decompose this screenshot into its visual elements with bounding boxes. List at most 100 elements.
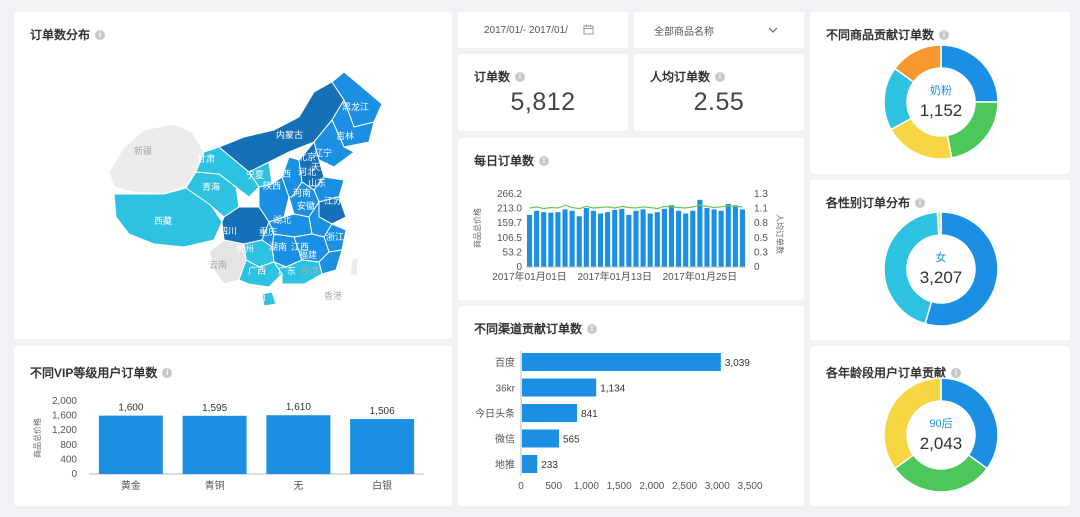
vip-value-label: 1,595 bbox=[202, 403, 227, 414]
y-tick-label: 53.2 bbox=[503, 247, 523, 258]
map-label: 黑龙江 bbox=[342, 101, 369, 112]
daily-bar[interactable] bbox=[711, 209, 717, 267]
map-label: 广东 bbox=[278, 265, 296, 276]
map-label: 新疆 bbox=[134, 145, 152, 156]
y-tick-label-right: 0 bbox=[754, 262, 760, 273]
daily-bar[interactable] bbox=[718, 210, 724, 267]
x-tick-label: 2017年01月13日 bbox=[577, 270, 652, 283]
channel-value-label: 233 bbox=[541, 460, 558, 471]
gender-donut-center-value: 3,207 bbox=[920, 268, 963, 287]
y-tick-label: 159.7 bbox=[497, 218, 522, 229]
daily-ylabel-left: 商品总价格 bbox=[472, 208, 482, 248]
daily-bar[interactable] bbox=[732, 205, 738, 267]
map-label: 青海 bbox=[202, 181, 220, 192]
daily-bar[interactable] bbox=[583, 208, 589, 267]
daily-bar[interactable] bbox=[576, 216, 582, 267]
map-label: 江苏 bbox=[324, 195, 342, 206]
daily-bar[interactable] bbox=[626, 214, 632, 267]
channel-bar[interactable] bbox=[522, 353, 721, 371]
vip-bar[interactable] bbox=[98, 415, 163, 474]
vip-card: 不同VIP等级用户订单数 i 商品总价格 2,000 1,600 1,200 800 40… bbox=[14, 346, 452, 506]
map-label: 海南 bbox=[248, 291, 266, 302]
x-tick-label: 青铜 bbox=[205, 479, 225, 492]
daily-bar[interactable] bbox=[605, 212, 611, 267]
vip-bar[interactable] bbox=[266, 415, 331, 474]
map-label: 湖南 bbox=[269, 241, 287, 252]
info-icon[interactable]: i bbox=[715, 71, 726, 82]
daily-bar[interactable] bbox=[548, 212, 554, 267]
daily-bar[interactable] bbox=[640, 209, 646, 267]
daily-bar[interactable] bbox=[647, 213, 653, 267]
donut-slice[interactable] bbox=[936, 211, 942, 236]
daily-bar[interactable] bbox=[597, 213, 604, 267]
product-donut-center-label: 奶粉 bbox=[930, 83, 952, 97]
kpi-per-user-card: 人均订单数 i 2.55 bbox=[634, 54, 804, 131]
daily-bar[interactable] bbox=[555, 212, 561, 267]
daily-bar[interactable] bbox=[619, 208, 625, 267]
date-range-picker[interactable]: 2017/01/- 2017/01/ bbox=[458, 12, 628, 48]
channel-category-label: 36kr bbox=[496, 384, 516, 395]
vip-bar[interactable] bbox=[350, 419, 415, 474]
channel-bar[interactable] bbox=[522, 378, 597, 397]
map-label: 四川 bbox=[219, 226, 237, 236]
info-icon[interactable]: i bbox=[515, 71, 526, 82]
x-tick-label: 2017年01月01日 bbox=[492, 270, 567, 283]
donut-slice[interactable] bbox=[893, 453, 989, 493]
x-tick-label: 2,000 bbox=[639, 481, 664, 492]
x-tick-label: 白银 bbox=[372, 479, 392, 492]
daily-bar[interactable] bbox=[697, 199, 703, 267]
daily-bar[interactable] bbox=[541, 212, 547, 267]
y-tick-label-right: 1.3 bbox=[754, 189, 768, 200]
map-label: 山东 bbox=[308, 177, 326, 188]
daily-bar[interactable] bbox=[562, 209, 568, 267]
vip-bar[interactable] bbox=[182, 415, 247, 474]
daily-bar[interactable] bbox=[569, 210, 575, 267]
channel-card: 不同渠道贡献订单数 i 百度 3,039 36kr 1,134 今日头条 841 微信 565 地… bbox=[458, 306, 804, 506]
channel-category-label: 地推 bbox=[495, 458, 515, 471]
channel-category-label: 今日头条 bbox=[475, 407, 515, 420]
age-donut-chart: 90后 2,043 bbox=[883, 377, 999, 493]
map-label: 内蒙古 bbox=[276, 129, 303, 140]
province-taiwan[interactable] bbox=[349, 256, 359, 278]
x-tick-label: 3,000 bbox=[705, 481, 730, 492]
y-tick-label-right: 1.1 bbox=[754, 204, 768, 215]
map-label: 湖北 bbox=[273, 215, 291, 225]
daily-bar[interactable] bbox=[676, 210, 682, 267]
daily-bar[interactable] bbox=[683, 213, 689, 267]
channel-bar[interactable] bbox=[522, 455, 538, 473]
y-tick-label-right: 0.5 bbox=[754, 233, 768, 244]
daily-bar[interactable] bbox=[661, 208, 667, 267]
daily-bar[interactable] bbox=[534, 210, 540, 267]
map-label: 重庆 bbox=[259, 226, 277, 237]
daily-bar[interactable] bbox=[612, 209, 618, 267]
channel-value-label: 565 bbox=[563, 435, 580, 446]
kpi-orders-value: 5,812 bbox=[510, 88, 576, 116]
map-label: 贵州 bbox=[236, 243, 254, 254]
age-donut-center-value: 2,043 bbox=[920, 434, 963, 453]
daily-bar[interactable] bbox=[739, 209, 745, 267]
channel-bar[interactable] bbox=[522, 404, 578, 422]
daily-bar[interactable] bbox=[704, 208, 710, 267]
map-label: 云南 bbox=[209, 259, 227, 270]
channel-value-label: 841 bbox=[581, 409, 598, 420]
daily-bar[interactable] bbox=[725, 203, 731, 267]
daily-bar[interactable] bbox=[690, 210, 696, 267]
kpi-per-user-title: 人均订单数 i bbox=[650, 68, 726, 85]
y-tick-label: 1,200 bbox=[52, 425, 77, 436]
product-select[interactable]: 全部商品名称 bbox=[634, 12, 804, 48]
daily-bar[interactable] bbox=[633, 210, 639, 267]
y-tick-label: 106.5 bbox=[497, 233, 522, 244]
map-label: 广西 bbox=[248, 265, 266, 276]
gender-donut-center-label: 女 bbox=[936, 250, 947, 264]
daily-bar[interactable] bbox=[527, 214, 533, 267]
daily-bar[interactable] bbox=[590, 210, 596, 267]
daily-bar[interactable] bbox=[654, 212, 660, 267]
y-tick-label-right: 0.3 bbox=[754, 247, 768, 258]
vip-chart: 商品总价格 2,000 1,600 1,200 800 400 0 1,600 黄金 1,595… bbox=[32, 396, 424, 492]
calendar-icon bbox=[583, 24, 594, 35]
x-tick-label: 黄金 bbox=[121, 479, 141, 492]
daily-bar[interactable] bbox=[668, 205, 675, 267]
channel-bar[interactable] bbox=[522, 429, 559, 448]
channel-value-label: 1,134 bbox=[600, 384, 625, 395]
vip-value-label: 1,610 bbox=[286, 402, 311, 413]
